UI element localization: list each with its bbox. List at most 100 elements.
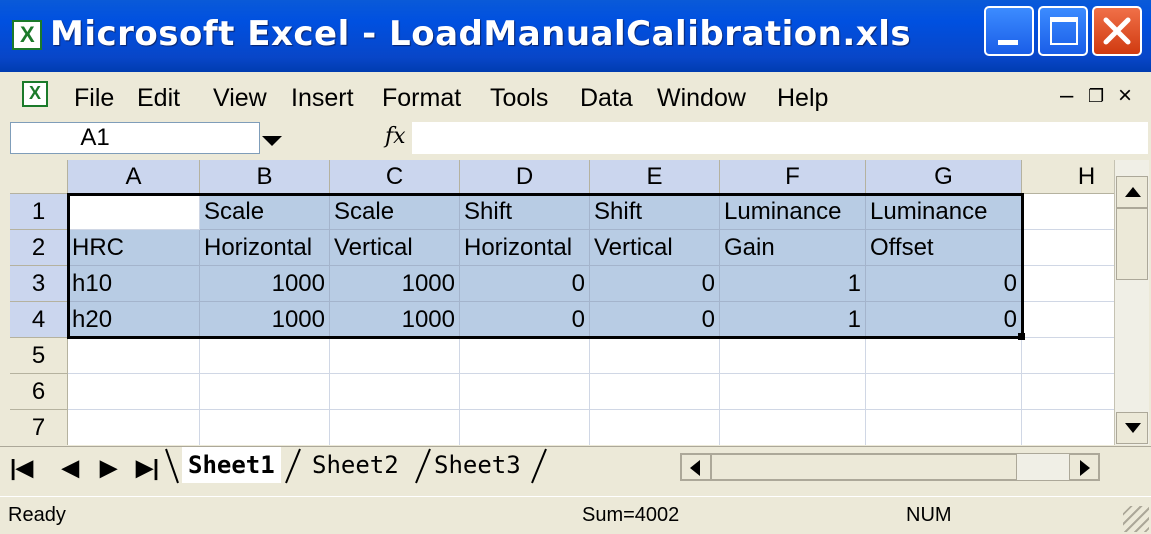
- cell-h5[interactable]: [1022, 338, 1114, 374]
- row-header-7[interactable]: 7: [10, 410, 68, 445]
- cell-h6[interactable]: [1022, 374, 1114, 410]
- first-sheet-icon[interactable]: |◀: [10, 455, 33, 481]
- fill-handle[interactable]: [1018, 333, 1025, 340]
- column-header-g[interactable]: G: [866, 160, 1022, 194]
- menu-window[interactable]: Window: [657, 84, 746, 113]
- cell-b2[interactable]: Horizontal: [200, 230, 330, 266]
- row-header-6[interactable]: 6: [10, 374, 68, 410]
- cell-b5[interactable]: [200, 338, 330, 374]
- column-header-c[interactable]: C: [330, 160, 460, 194]
- cell-c7[interactable]: [330, 410, 460, 445]
- cell-h3[interactable]: [1022, 266, 1114, 302]
- cell-f6[interactable]: [720, 374, 866, 410]
- cell-g3[interactable]: 0: [866, 266, 1022, 302]
- cell-b6[interactable]: [200, 374, 330, 410]
- next-sheet-icon[interactable]: ▶: [100, 455, 117, 481]
- horizontal-scroll-thumb[interactable]: [711, 454, 1017, 480]
- maximize-button[interactable]: [1038, 6, 1088, 56]
- close-button[interactable]: [1092, 6, 1142, 56]
- cell-e4[interactable]: 0: [590, 302, 720, 338]
- row-header-4[interactable]: 4: [10, 302, 68, 338]
- cell-f1[interactable]: Luminance: [720, 194, 866, 230]
- cell-d2[interactable]: Horizontal: [460, 230, 590, 266]
- cell-c2[interactable]: Vertical: [330, 230, 460, 266]
- cell-h2[interactable]: [1022, 230, 1114, 266]
- cell-g4[interactable]: 0: [866, 302, 1022, 338]
- menu-help[interactable]: Help: [777, 84, 828, 113]
- cell-e3[interactable]: 0: [590, 266, 720, 302]
- column-header-a[interactable]: A: [68, 160, 200, 194]
- scroll-left-button[interactable]: [681, 454, 711, 480]
- doc-close-icon[interactable]: ×: [1118, 82, 1132, 110]
- select-all-corner[interactable]: [10, 160, 68, 194]
- tab-sheet2[interactable]: Sheet2: [306, 447, 405, 483]
- cell-d7[interactable]: [460, 410, 590, 445]
- column-header-f[interactable]: F: [720, 160, 866, 194]
- tab-sheet1[interactable]: Sheet1: [182, 447, 281, 483]
- cell-b1[interactable]: Scale: [200, 194, 330, 230]
- scroll-down-button[interactable]: [1116, 412, 1148, 444]
- column-header-e[interactable]: E: [590, 160, 720, 194]
- formula-input[interactable]: [412, 122, 1148, 154]
- tab-sheet3[interactable]: Sheet3: [428, 447, 527, 483]
- cell-b7[interactable]: [200, 410, 330, 445]
- row-header-1[interactable]: 1: [10, 194, 68, 230]
- workbook-icon[interactable]: [22, 81, 48, 107]
- cell-g6[interactable]: [866, 374, 1022, 410]
- excel-app-icon[interactable]: [12, 20, 42, 50]
- cell-d4[interactable]: 0: [460, 302, 590, 338]
- scroll-up-button[interactable]: [1116, 176, 1148, 208]
- cell-a7[interactable]: [68, 410, 200, 445]
- horizontal-scrollbar[interactable]: [680, 453, 1100, 481]
- cell-g2[interactable]: Offset: [866, 230, 1022, 266]
- vertical-scroll-thumb[interactable]: [1116, 208, 1148, 280]
- name-box-dropdown-icon[interactable]: [262, 136, 282, 146]
- menu-format[interactable]: Format: [382, 84, 461, 113]
- menu-insert[interactable]: Insert: [291, 84, 354, 113]
- name-box[interactable]: A1: [10, 122, 260, 154]
- cell-f7[interactable]: [720, 410, 866, 445]
- cell-a1[interactable]: [68, 194, 200, 230]
- minimize-button[interactable]: [984, 6, 1034, 56]
- cell-f3[interactable]: 1: [720, 266, 866, 302]
- cell-g7[interactable]: [866, 410, 1022, 445]
- cell-a2[interactable]: HRC: [68, 230, 200, 266]
- scroll-right-button[interactable]: [1069, 454, 1099, 480]
- menu-file[interactable]: File: [74, 84, 114, 113]
- cell-h7[interactable]: [1022, 410, 1114, 445]
- menu-view[interactable]: View: [213, 84, 267, 113]
- cell-c5[interactable]: [330, 338, 460, 374]
- cell-a4[interactable]: h20: [68, 302, 200, 338]
- column-header-d[interactable]: D: [460, 160, 590, 194]
- prev-sheet-icon[interactable]: ◀: [62, 455, 79, 481]
- doc-minimize-icon[interactable]: –: [1060, 82, 1073, 110]
- cell-e1[interactable]: Shift: [590, 194, 720, 230]
- row-header-5[interactable]: 5: [10, 338, 68, 374]
- cell-h4[interactable]: [1022, 302, 1114, 338]
- cell-a6[interactable]: [68, 374, 200, 410]
- cell-f5[interactable]: [720, 338, 866, 374]
- cell-c4[interactable]: 1000: [330, 302, 460, 338]
- row-header-2[interactable]: 2: [10, 230, 68, 266]
- column-header-b[interactable]: B: [200, 160, 330, 194]
- cell-a5[interactable]: [68, 338, 200, 374]
- cell-e7[interactable]: [590, 410, 720, 445]
- cell-c1[interactable]: Scale: [330, 194, 460, 230]
- vertical-scrollbar[interactable]: [1114, 160, 1149, 445]
- cell-d6[interactable]: [460, 374, 590, 410]
- last-sheet-icon[interactable]: ▶|: [136, 455, 159, 481]
- cell-c6[interactable]: [330, 374, 460, 410]
- cell-h1[interactable]: [1022, 194, 1114, 230]
- menu-edit[interactable]: Edit: [137, 84, 180, 113]
- cell-g1[interactable]: Luminance: [866, 194, 1022, 230]
- cell-e2[interactable]: Vertical: [590, 230, 720, 266]
- cell-b4[interactable]: 1000: [200, 302, 330, 338]
- insert-function-icon[interactable]: fx: [385, 124, 406, 149]
- cell-a3[interactable]: h10: [68, 266, 200, 302]
- cell-c3[interactable]: 1000: [330, 266, 460, 302]
- cell-d1[interactable]: Shift: [460, 194, 590, 230]
- resize-grip-icon[interactable]: [1123, 506, 1149, 532]
- cell-f2[interactable]: Gain: [720, 230, 866, 266]
- menu-data[interactable]: Data: [580, 84, 633, 113]
- column-header-h[interactable]: H: [1022, 160, 1114, 194]
